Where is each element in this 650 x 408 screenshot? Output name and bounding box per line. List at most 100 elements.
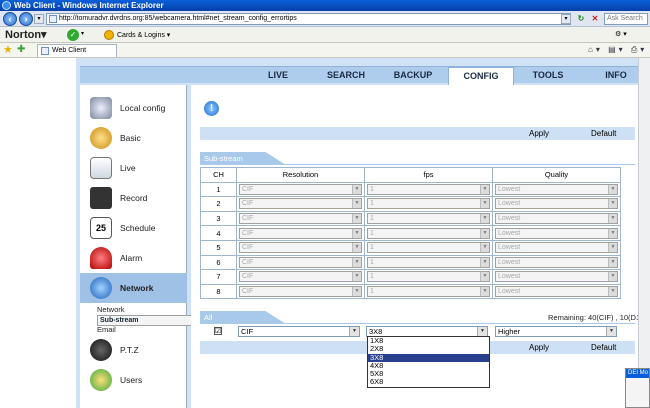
fps-option[interactable]: 2X8 (368, 344, 489, 353)
norton-dropdown-icon[interactable]: ▾ (81, 30, 84, 37)
quality-select[interactable]: Lowest ▼ (495, 227, 618, 239)
fps-select[interactable]: 1 ▼ (367, 286, 490, 298)
fps-option[interactable]: 5X8 (368, 369, 489, 378)
resolution-select[interactable]: CIF ▼ (239, 242, 362, 254)
quality-value: Lowest (498, 229, 521, 237)
address-dropdown-icon[interactable]: ▾ (561, 14, 571, 24)
quality-select[interactable]: Lowest ▼ (495, 183, 618, 195)
fps-option[interactable]: 1X8 (368, 336, 489, 345)
table-cell-quality: Lowest ▼ (492, 254, 621, 271)
tab-backup[interactable]: BACKUP (382, 67, 444, 84)
chevron-down-icon: ▼ (480, 214, 489, 224)
table-cell-quality: Lowest ▼ (492, 210, 621, 227)
chevron-down-icon: ▼ (606, 327, 616, 336)
sidebar-item-users[interactable]: Users (80, 365, 187, 395)
users-icon (90, 369, 112, 391)
fps-value: 1 (370, 258, 374, 266)
command-bar-icons[interactable]: ⌂▾ ▤▾ ⎙▾ (588, 45, 647, 55)
quality-select[interactable]: Lowest ▼ (495, 286, 618, 298)
all-quality-select[interactable]: Higher ▼ (495, 326, 617, 337)
default-button-top[interactable]: Default (591, 127, 616, 140)
bar-chart-icon (90, 157, 112, 179)
sidebar-subitem-network[interactable]: Network (97, 305, 125, 315)
sidebar-item-ptz[interactable]: P.T.Z (80, 335, 187, 365)
stop-icon[interactable]: ✕ (589, 13, 601, 25)
sidebar-item-network[interactable]: Network (80, 273, 187, 303)
resolution-select[interactable]: CIF ▼ (239, 227, 362, 239)
norton-options-icon[interactable]: ⚙ ▾ (615, 30, 627, 38)
sidebar-item-schedule[interactable]: 25 Schedule (80, 213, 187, 243)
resolution-select[interactable]: CIF ▼ (239, 213, 362, 225)
page-scrollbar[interactable] (638, 58, 650, 408)
tab-live[interactable]: LIVE (248, 67, 308, 84)
quality-select[interactable]: Lowest ▼ (495, 271, 618, 283)
fps-select[interactable]: 1 ▼ (367, 213, 490, 225)
table-cell-quality: Lowest ▼ (492, 181, 621, 198)
default-button-bottom[interactable]: Default (591, 341, 616, 354)
forward-arrow-icon[interactable]: › (19, 12, 33, 26)
all-checkbox[interactable]: ☑ (214, 327, 222, 335)
tab-search[interactable]: SEARCH (316, 67, 376, 84)
chevron-down-icon: ▼ (608, 287, 617, 297)
sidebar-subitem-email[interactable]: Email (97, 325, 116, 335)
fps-select[interactable]: 1 ▼ (367, 227, 490, 239)
fps-option[interactable]: 3X8 (368, 353, 489, 362)
fps-select[interactable]: 1 ▼ (367, 242, 490, 254)
fps-option[interactable]: 6X8 (368, 378, 489, 387)
quality-select[interactable]: Lowest ▼ (495, 242, 618, 254)
quality-select[interactable]: Lowest ▼ (495, 256, 618, 268)
fps-select[interactable]: 1 ▼ (367, 198, 490, 210)
tab-page-icon (41, 47, 49, 55)
quality-select[interactable]: Lowest ▼ (495, 198, 618, 210)
norton-menu[interactable]: Norton▾ (5, 29, 47, 41)
config-content: ! Apply Default Sub-stream CH Resolution… (191, 85, 650, 408)
window-title-bar: Web Client - Windows Internet Explorer (0, 0, 650, 11)
resolution-select[interactable]: CIF ▼ (239, 271, 362, 283)
sidebar-item-local-config[interactable]: Local config (80, 93, 187, 123)
table-row: 2 CIF ▼ 1 ▼ Lowest ▼ (200, 196, 621, 212)
address-bar[interactable]: http://tomuradvr.dvrdns.org:85/webcamera… (46, 13, 571, 25)
chevron-down-icon: ▼ (352, 199, 361, 209)
refresh-icon[interactable]: ↻ (575, 13, 587, 25)
resolution-select[interactable]: CIF ▼ (239, 256, 362, 268)
quality-select[interactable]: Lowest ▼ (495, 213, 618, 225)
popup-window[interactable]: DEI Mo (625, 368, 650, 408)
search-input[interactable]: Ask Search (604, 13, 648, 25)
sidebar-item-live[interactable]: Live (80, 153, 187, 183)
resolution-select[interactable]: CIF ▼ (239, 183, 362, 195)
sidebar-item-record[interactable]: Record (80, 183, 187, 213)
table-cell-ch: 2 (200, 196, 237, 212)
history-dropdown-icon[interactable]: ▾ (34, 14, 44, 24)
fps-select[interactable]: 1 ▼ (367, 183, 490, 195)
quality-value: Lowest (498, 185, 521, 193)
fps-select[interactable]: 1 ▼ (367, 271, 490, 283)
all-resolution-select[interactable]: CIF ▼ (238, 326, 360, 337)
cards-logins-button[interactable]: Cards & Logins ▾ (104, 30, 170, 41)
back-arrow-icon[interactable]: ‹ (3, 12, 17, 26)
tab-info[interactable]: INFO (586, 67, 646, 84)
chevron-down-icon: ▼ (352, 257, 361, 267)
add-favorite-icon[interactable]: ✚ (17, 44, 25, 56)
sidebar-item-basic[interactable]: Basic (80, 123, 187, 153)
fps-select[interactable]: 1 ▼ (367, 256, 490, 268)
tab-config[interactable]: CONFIG (448, 67, 514, 85)
globe-icon (90, 277, 112, 299)
table-row: 8 CIF ▼ 1 ▼ Lowest ▼ (200, 283, 621, 300)
favorites-star-icon[interactable]: ★ (3, 44, 13, 56)
resolution-value: CIF (242, 273, 254, 281)
table-cell-fps: 1 ▼ (364, 196, 493, 212)
norton-safe-check-icon[interactable]: ✓ (67, 29, 79, 41)
apply-button-top[interactable]: Apply (529, 127, 549, 140)
resolution-select[interactable]: CIF ▼ (239, 198, 362, 210)
window-title: Web Client - Windows Internet Explorer (14, 1, 164, 10)
apply-button-bottom[interactable]: Apply (529, 341, 549, 354)
fps-option[interactable]: 4X8 (368, 361, 489, 370)
tab-tools[interactable]: TOOLS (518, 67, 578, 84)
browser-tab[interactable]: Web Client (37, 44, 117, 57)
table-cell-fps: 1 ▼ (364, 254, 493, 271)
main-navigation: LIVE SEARCH BACKUP CONFIG TOOLS INFO (80, 66, 650, 85)
sidebar-item-alarm[interactable]: Alarm (80, 243, 187, 273)
table-cell-ch: 8 (200, 283, 237, 300)
table-cell-quality: Lowest ▼ (492, 225, 621, 241)
resolution-select[interactable]: CIF ▼ (239, 286, 362, 298)
